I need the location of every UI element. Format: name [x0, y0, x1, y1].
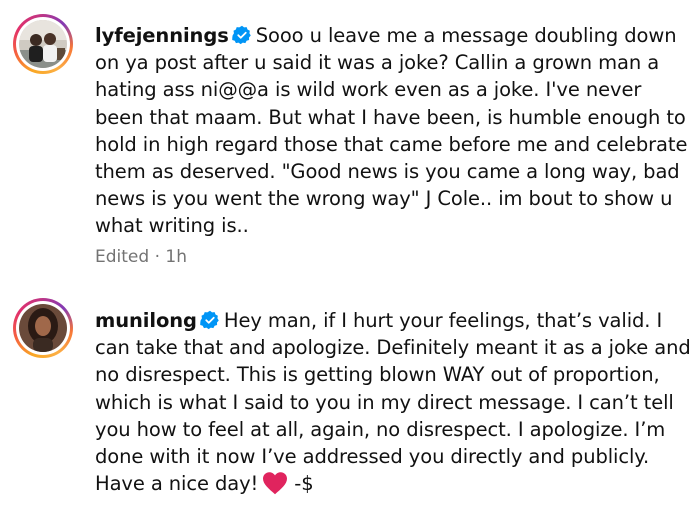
story-ring-avatar[interactable] [13, 14, 73, 74]
verified-badge-icon [200, 310, 219, 330]
comment-body: munilong Hey man, if I hurt your feelings… [95, 307, 695, 497]
username-link[interactable]: lyfejennings [95, 24, 229, 47]
verified-badge-icon [231, 25, 251, 45]
avatar [19, 304, 67, 352]
avatar [19, 20, 67, 68]
signoff-text: -$ [294, 472, 314, 496]
red-heart-icon [263, 472, 288, 495]
story-ring-avatar[interactable] [13, 298, 73, 358]
comment-text: Sooo u leave me a message doubling down … [95, 24, 688, 238]
username-link[interactable]: munilong [95, 309, 197, 332]
comment-meta: Edited · 1h [95, 247, 187, 267]
comment-text: Hey man, if I hurt your feelings, that’s… [95, 309, 691, 496]
comment-body: lyfejennings Sooo u leave me a message do… [95, 22, 695, 240]
